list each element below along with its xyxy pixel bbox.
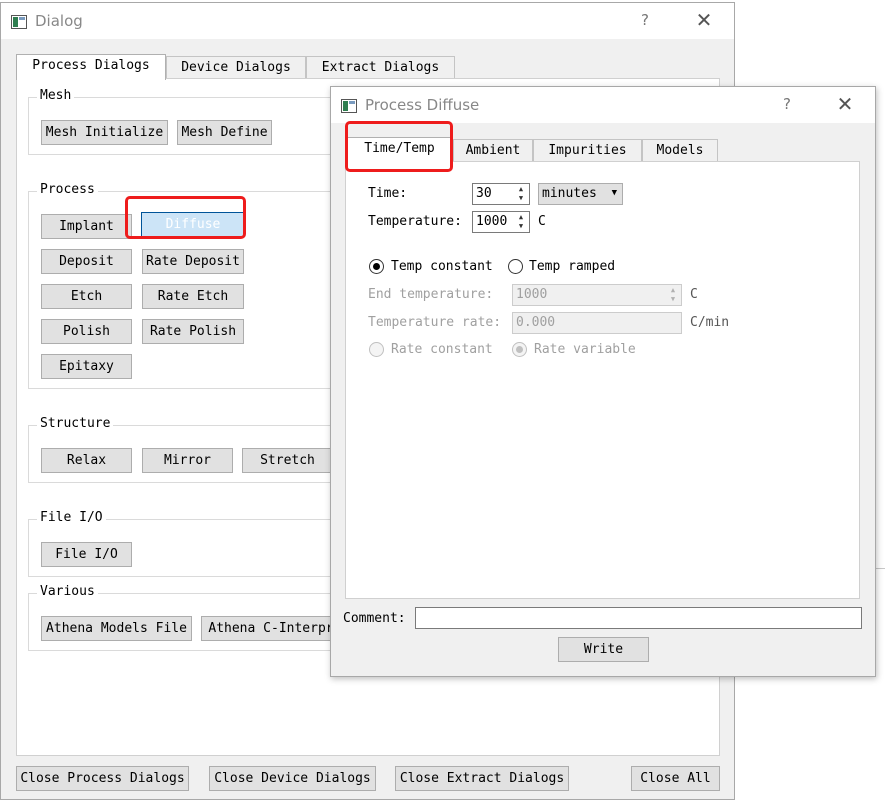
process-diffuse-window: Process Diffuse ? ✕ Time/Temp Ambient Im… <box>330 86 876 677</box>
write-button[interactable]: Write <box>558 637 649 662</box>
app-window-icon <box>341 99 357 113</box>
spin-up-icon[interactable]: ▲ <box>514 213 528 222</box>
mesh-initialize-button[interactable]: Mesh Initialize <box>41 120 168 145</box>
temp-constant-radio[interactable] <box>369 259 384 274</box>
dropdown-arrow-icon: ▼ <box>611 188 617 198</box>
temperature-rate-unit: C/min <box>690 315 730 330</box>
rate-etch-button[interactable]: Rate Etch <box>142 284 244 309</box>
tab-time-temp[interactable]: Time/Temp <box>346 137 453 163</box>
rate-polish-button[interactable]: Rate Polish <box>142 319 244 344</box>
main-dialog-title: Dialog <box>35 12 83 30</box>
spin-down-icon[interactable]: ▼ <box>514 222 528 231</box>
close-device-dialogs-button[interactable]: Close Device Dialogs <box>209 766 376 791</box>
comment-input[interactable] <box>415 607 862 629</box>
end-temperature-spinbox[interactable]: 1000 ▲ ▼ <box>512 284 682 306</box>
temperature-spinbox[interactable]: 1000 ▲ ▼ <box>472 211 530 233</box>
fileio-group-title: File I/O <box>37 510 106 525</box>
time-spinbox[interactable]: 30 ▲ ▼ <box>472 183 530 205</box>
spin-up-icon[interactable]: ▲ <box>666 286 680 295</box>
time-unit-select[interactable]: minutes ▼ <box>538 183 623 205</box>
tab-device-dialogs[interactable]: Device Dialogs <box>166 56 306 80</box>
polish-button[interactable]: Polish <box>41 319 132 344</box>
rate-deposit-button[interactable]: Rate Deposit <box>142 249 244 274</box>
close-icon[interactable]: ✕ <box>830 91 860 117</box>
diffuse-title: Process Diffuse <box>365 96 480 114</box>
app-window-icon <box>11 15 27 29</box>
close-all-button[interactable]: Close All <box>631 766 720 791</box>
athena-models-file-button[interactable]: Athena Models File <box>41 616 192 641</box>
stretch-button[interactable]: Stretch <box>242 448 333 473</box>
mesh-group-title: Mesh <box>37 88 75 103</box>
end-temperature-label: End temperature: <box>368 287 494 302</box>
epitaxy-button[interactable]: Epitaxy <box>41 354 132 379</box>
close-icon[interactable]: ✕ <box>689 7 719 33</box>
structure-group-title: Structure <box>37 416 114 431</box>
mesh-define-button[interactable]: Mesh Define <box>177 120 272 145</box>
rate-constant-radio[interactable] <box>369 342 384 357</box>
time-label: Time: <box>368 186 408 201</box>
rate-variable-label: Rate variable <box>534 342 636 357</box>
temp-constant-label: Temp constant <box>391 259 493 274</box>
temperature-label: Temperature: <box>368 214 462 229</box>
spin-up-icon[interactable]: ▲ <box>514 185 528 194</box>
temperature-rate-label: Temperature rate: <box>368 315 502 330</box>
mirror-button[interactable]: Mirror <box>142 448 233 473</box>
time-temp-pane: Time: 30 ▲ ▼ minutes ▼ Temperature: 1000 … <box>345 161 860 599</box>
diffuse-titlebar: Process Diffuse ? ✕ <box>331 87 875 123</box>
rate-variable-radio[interactable] <box>512 342 527 357</box>
tab-models[interactable]: Models <box>642 139 718 163</box>
tab-process-dialogs[interactable]: Process Dialogs <box>16 54 166 80</box>
temperature-rate-field[interactable]: 0.000 <box>512 312 682 334</box>
help-icon[interactable]: ? <box>783 95 791 113</box>
close-process-dialogs-button[interactable]: Close Process Dialogs <box>16 766 189 791</box>
spin-down-icon[interactable]: ▼ <box>514 194 528 203</box>
process-group-title: Process <box>37 182 98 197</box>
diffuse-button[interactable]: Diffuse <box>141 212 245 237</box>
relax-button[interactable]: Relax <box>41 448 132 473</box>
comment-label: Comment: <box>343 611 406 626</box>
temperature-unit: C <box>538 214 546 229</box>
tab-impurities[interactable]: Impurities <box>533 139 642 163</box>
deposit-button[interactable]: Deposit <box>41 249 132 274</box>
tab-extract-dialogs[interactable]: Extract Dialogs <box>306 56 455 80</box>
time-unit-value: minutes <box>542 186 597 201</box>
implant-button[interactable]: Implant <box>41 214 132 239</box>
athena-c-interpreter-button[interactable]: Athena C-Interpr <box>201 616 341 641</box>
file-io-button[interactable]: File I/O <box>41 542 132 567</box>
spin-down-icon[interactable]: ▼ <box>666 295 680 304</box>
temperature-rate-value: 0.000 <box>516 315 556 330</box>
rate-constant-label: Rate constant <box>391 342 493 357</box>
help-icon[interactable]: ? <box>641 11 649 29</box>
temp-ramped-label: Temp ramped <box>529 259 616 274</box>
end-temperature-value: 1000 <box>516 287 548 302</box>
tab-ambient[interactable]: Ambient <box>453 139 533 163</box>
temp-ramped-radio[interactable] <box>508 259 523 274</box>
time-value: 30 <box>476 186 492 201</box>
various-group-title: Various <box>37 584 98 599</box>
main-dialog-titlebar: Dialog ? ✕ <box>1 3 734 39</box>
temperature-value: 1000 <box>476 214 508 229</box>
end-temperature-unit: C <box>690 287 698 302</box>
close-extract-dialogs-button[interactable]: Close Extract Dialogs <box>395 766 569 791</box>
etch-button[interactable]: Etch <box>41 284 132 309</box>
